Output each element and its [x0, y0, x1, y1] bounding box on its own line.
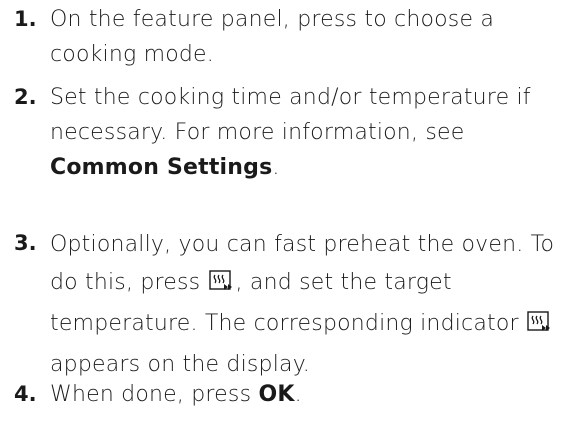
step-text: When done, press OK. [50, 377, 555, 412]
step-number: 3. [14, 231, 37, 255]
common-settings-link[interactable]: Common Settings [50, 155, 272, 180]
step-text-after: . [272, 155, 280, 180]
step-text: Set the cooking time and/or temperature … [50, 80, 555, 185]
step-text-before: Set the cooking time and/or temperature … [50, 85, 531, 145]
fast-preheat-icon [208, 267, 235, 305]
step-3: 3. Optionally, you can fast preheat the … [0, 226, 561, 384]
step-number: 4. [14, 382, 37, 406]
step-text-part-3: appears on the display. [50, 352, 310, 377]
step-text: On the feature panel, press to choose a … [50, 7, 495, 67]
step-number: 2. [14, 85, 37, 109]
step-number: 1. [14, 7, 37, 31]
step-4: 4. When done, press OK. [0, 377, 561, 412]
step-text-after: . [294, 382, 302, 407]
step-text: Optionally, you can fast preheat the ove… [50, 226, 555, 384]
step-1: 1. On the feature panel, press to choose… [0, 2, 561, 72]
ok-button-label: OK [258, 382, 295, 407]
step-2: 2. Set the cooking time and/or temperatu… [0, 80, 561, 185]
step-text-before: When done, press [50, 382, 259, 407]
fast-preheat-indicator-icon [527, 308, 553, 346]
